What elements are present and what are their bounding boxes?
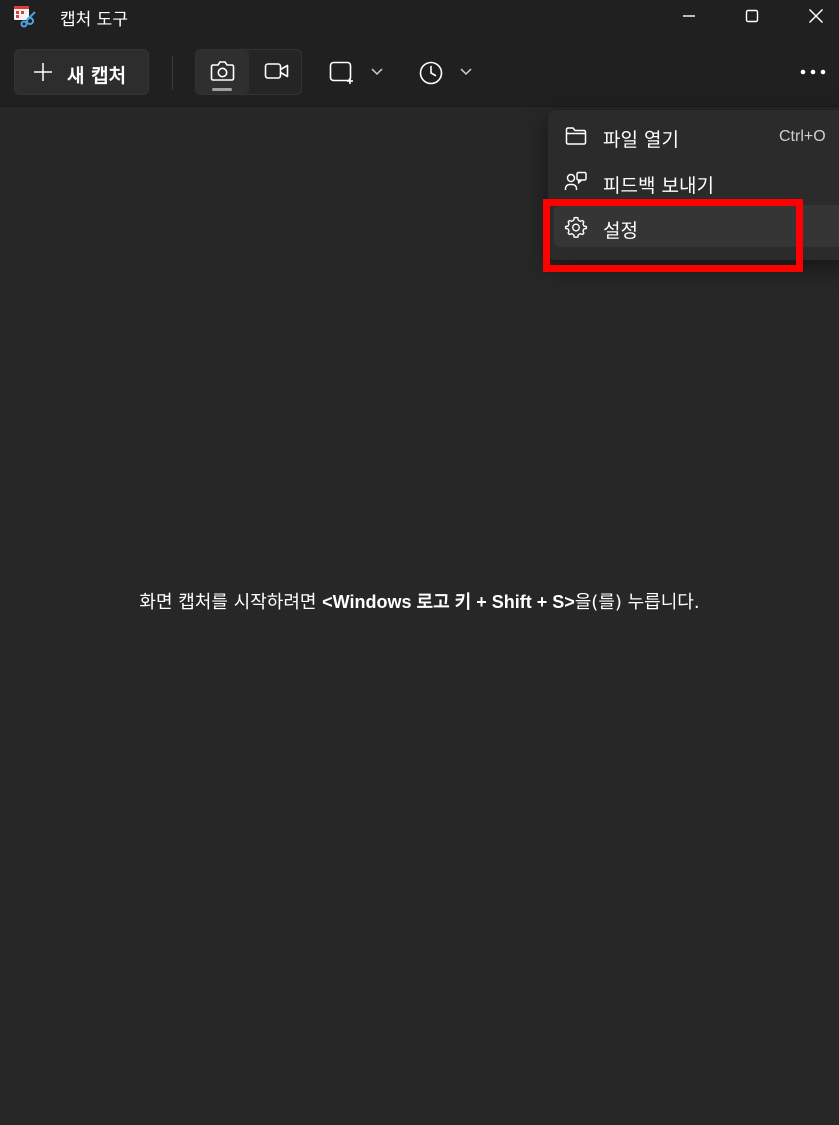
camera-icon xyxy=(210,61,235,81)
hint-suffix: 을(를) 누릅니다. xyxy=(574,592,700,613)
snip-shape-dropdown[interactable] xyxy=(322,49,392,95)
highlight-annotation xyxy=(543,199,803,272)
more-options-button[interactable] xyxy=(790,49,836,95)
window-title: 캡처 도구 xyxy=(60,10,128,30)
menu-item-send-feedback[interactable]: 피드백 보내기 xyxy=(554,160,839,202)
menu-item-label: 피드백 보내기 xyxy=(603,175,714,197)
chevron-down-icon xyxy=(371,68,383,76)
maximize-button[interactable] xyxy=(722,0,782,32)
menu-item-open-file[interactable]: 파일 열기 Ctrl+O xyxy=(554,114,839,156)
delay-timer-dropdown[interactable] xyxy=(412,49,482,95)
empty-state-hint: 화면 캡처를 시작하려면 <Windows 로고 키 + Shift + S>을… xyxy=(0,588,839,614)
video-mode-button[interactable] xyxy=(251,50,301,94)
rectangle-snip-icon xyxy=(329,61,353,84)
capture-mode-toggle xyxy=(195,49,302,95)
hint-prefix: 화면 캡처를 시작하려면 xyxy=(139,592,323,613)
toolbar: 새 캡처 xyxy=(0,32,839,107)
toolbar-separator xyxy=(172,56,173,90)
new-capture-label: 새 캡처 xyxy=(67,65,127,87)
folder-icon xyxy=(565,127,587,145)
menu-item-shortcut: Ctrl+O xyxy=(779,128,826,145)
snipping-tool-icon xyxy=(13,4,37,28)
close-button[interactable] xyxy=(786,0,839,32)
minimize-button[interactable] xyxy=(659,0,719,32)
title-bar: 캡처 도구 xyxy=(0,0,839,32)
plus-icon xyxy=(34,63,52,81)
video-camera-icon xyxy=(264,63,289,79)
chevron-down-icon xyxy=(460,68,472,76)
maximize-icon xyxy=(745,9,759,23)
hint-shortcut: <Windows 로고 키 + Shift + S> xyxy=(322,592,575,612)
close-icon xyxy=(809,9,823,23)
clock-icon xyxy=(419,61,443,85)
photo-mode-button[interactable] xyxy=(196,50,249,94)
more-dots-icon xyxy=(800,69,826,75)
minimize-icon xyxy=(683,15,695,17)
feedback-icon xyxy=(564,171,587,190)
new-capture-button[interactable]: 새 캡처 xyxy=(14,49,149,95)
selected-mode-indicator xyxy=(212,88,232,91)
menu-item-label: 파일 열기 xyxy=(603,129,679,151)
